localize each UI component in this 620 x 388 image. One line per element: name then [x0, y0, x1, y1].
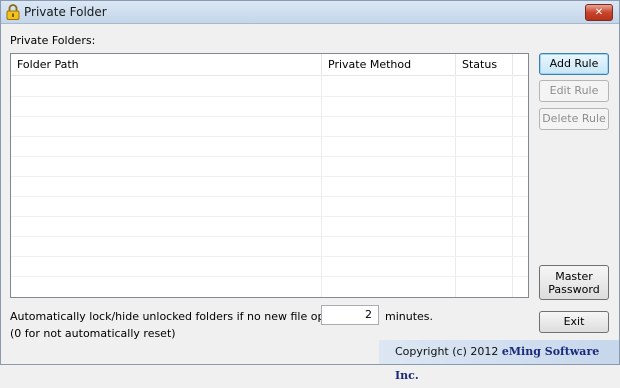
- column-header-private-method[interactable]: Private Method: [322, 54, 456, 75]
- column-divider: [321, 75, 322, 297]
- row-divider: [11, 276, 528, 277]
- column-divider: [512, 75, 513, 297]
- window-title: Private Folder: [24, 5, 107, 19]
- footer-banner: Copyright (c) 2012 eMing Software Inc.: [379, 340, 619, 382]
- row-divider: [11, 116, 528, 117]
- title-bar: Private Folder ✕: [1, 1, 619, 24]
- delete-rule-button[interactable]: Delete Rule: [539, 108, 609, 130]
- lock-icon: [6, 4, 20, 20]
- column-header-folder-path[interactable]: Folder Path: [11, 54, 322, 75]
- close-icon: ✕: [594, 7, 604, 18]
- close-button[interactable]: ✕: [585, 4, 613, 21]
- row-divider: [11, 196, 528, 197]
- row-divider: [11, 216, 528, 217]
- row-divider: [11, 176, 528, 177]
- row-divider: [11, 236, 528, 237]
- minutes-label: minutes.: [385, 310, 434, 323]
- auto-lock-minutes-input[interactable]: 2: [321, 305, 379, 325]
- copyright-text: Copyright (c) 2012 eMing Software Inc.: [395, 340, 619, 388]
- row-divider: [11, 256, 528, 257]
- column-divider: [455, 75, 456, 297]
- master-password-label-line1: Master: [555, 270, 593, 283]
- row-divider: [11, 136, 528, 137]
- exit-button[interactable]: Exit: [539, 311, 609, 333]
- edit-rule-button[interactable]: Edit Rule: [539, 80, 609, 102]
- add-rule-button[interactable]: Add Rule: [539, 53, 609, 75]
- auto-lock-note: (0 for not automatically reset): [10, 327, 176, 340]
- row-divider: [11, 156, 528, 157]
- copyright-label: Copyright (c) 2012: [395, 345, 499, 358]
- master-password-button[interactable]: Master Password: [539, 265, 609, 300]
- column-header-status[interactable]: Status: [456, 54, 513, 75]
- master-password-label-line2: Password: [548, 283, 600, 296]
- private-folder-window: Private Folder ✕ Private Folders: Folder…: [0, 0, 620, 382]
- row-divider: [11, 96, 528, 97]
- table-header: Folder Path Private Method Status: [11, 54, 528, 76]
- private-folders-label: Private Folders:: [10, 34, 96, 47]
- private-folders-table[interactable]: Folder Path Private Method Status: [10, 53, 529, 298]
